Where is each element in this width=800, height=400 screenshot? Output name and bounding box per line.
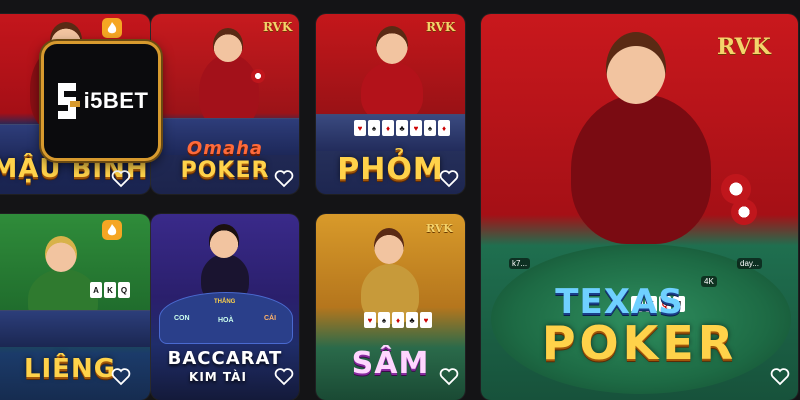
fire-icon: [102, 18, 122, 38]
card-row: ♥ ♠ ♦ ♣ ♥: [364, 312, 432, 328]
rvk-badge-icon: RVK: [717, 34, 771, 60]
fire-icon: [102, 220, 122, 240]
rvk-badge-icon: RVK: [263, 20, 293, 34]
card-fan: AKQ: [90, 282, 130, 298]
game-title-bottom: POKER: [541, 316, 738, 370]
game-title-top: Omaha: [186, 138, 264, 159]
character-head: [209, 224, 239, 258]
heart-icon[interactable]: [273, 366, 295, 388]
character-head: [376, 26, 408, 64]
logo-mark-icon: [57, 83, 80, 119]
heart-icon[interactable]: [769, 366, 791, 388]
card-row: ♥ ♠ ♦ ♣ ♥ ♠ ♦: [354, 120, 450, 136]
baccarat-board: CON HOÀ CÁI THẮNG: [159, 292, 293, 344]
character-head: [374, 228, 404, 264]
player-tag: day...: [737, 258, 762, 269]
heart-icon[interactable]: [273, 168, 295, 190]
game-card-texas-poker[interactable]: RVK k7... day... AKQJ 4K TEXAS POKER: [481, 14, 798, 400]
heart-icon[interactable]: [110, 168, 132, 190]
character-head: [213, 28, 243, 62]
game-card-lieng[interactable]: AKQ LIÊNG: [0, 214, 150, 400]
character-head: [606, 32, 666, 104]
rvk-badge-icon: RVK: [426, 222, 453, 235]
player-tag: k7...: [509, 258, 531, 269]
heart-icon[interactable]: [110, 366, 132, 388]
rvk-badge-icon: RVK: [426, 20, 456, 34]
game-card-sam[interactable]: RVK ♥ ♠ ♦ ♣ ♥ SÂM: [316, 214, 465, 400]
character-head: [45, 236, 77, 272]
bet-label: CÁI: [264, 315, 277, 322]
game-card-omaha-poker[interactable]: RVK Omaha POKER: [151, 14, 299, 194]
character-illustration: [361, 62, 423, 122]
heart-icon[interactable]: [438, 366, 460, 388]
chip-icon: [251, 69, 265, 83]
bet-label: CON: [174, 315, 190, 322]
brand-logo: i5BET: [41, 41, 161, 161]
chip-stack-icon: [731, 199, 757, 225]
logo-text: i5BET: [83, 88, 149, 113]
character-illustration: [571, 94, 711, 244]
game-card-baccarat-kim-tai[interactable]: CON HOÀ CÁI THẮNG BACCARAT KIM TÀI: [151, 214, 299, 400]
game-card-phom[interactable]: RVK ♥ ♠ ♦ ♣ ♥ ♠ ♦ PHỎM: [316, 14, 465, 194]
game-table-preview: [0, 310, 150, 347]
bet-label: HOÀ: [218, 317, 234, 324]
bet-label: THẮNG: [214, 299, 236, 305]
heart-icon[interactable]: [438, 168, 460, 190]
